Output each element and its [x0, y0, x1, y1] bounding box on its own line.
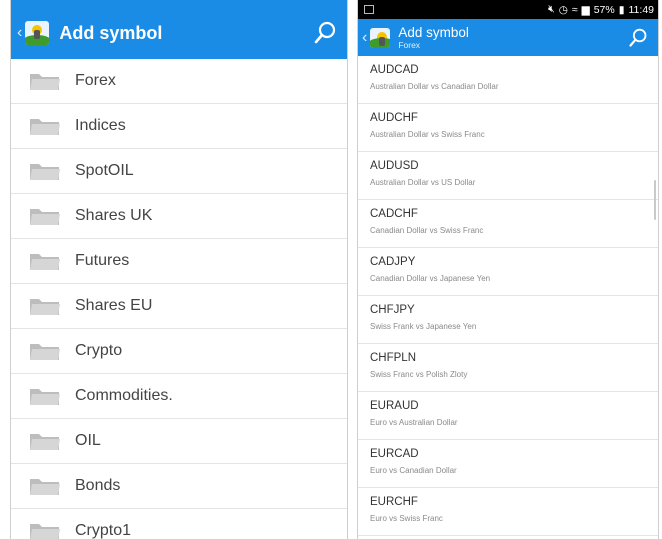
folder-item[interactable]: Indices [11, 104, 347, 149]
folder-label: Bonds [75, 477, 121, 494]
page-title: Add symbol [398, 24, 469, 40]
symbol-item[interactable]: EURCHF Euro vs Swiss Franc [358, 488, 658, 536]
search-icon[interactable] [313, 21, 337, 45]
symbol-code: EURCAD [370, 448, 419, 460]
page-subtitle: Forex [398, 39, 421, 50]
symbol-item[interactable]: EURCAD Euro vs Canadian Dollar [358, 440, 658, 488]
search-icon[interactable] [628, 28, 648, 48]
folder-label: Shares UK [75, 207, 153, 224]
app-bar: ‹ Add symbol [11, 7, 347, 59]
symbol-code: EURCHF [370, 496, 418, 508]
symbol-item[interactable]: AUDCHF Australian Dollar vs Swiss Franc [358, 104, 658, 152]
folder-list: Forex Indices SpotOIL Shares UK Futures Share… [11, 59, 347, 539]
app-bar: ‹ Add symbol Forex [358, 19, 658, 56]
mute-icon: 🔇︎ [548, 3, 555, 15]
symbol-description: Euro vs Swiss Franc [370, 514, 443, 523]
right-screen: 🔇︎ ◷ ≈ ▆ 57% ▮ 11:49 ‹ Add symbol Forex … [357, 0, 659, 539]
folder-label: Forex [75, 72, 116, 89]
symbol-description: Australian Dollar vs Swiss Franc [370, 130, 485, 139]
symbol-item[interactable]: AUDCAD Australian Dollar vs Canadian Doll… [358, 56, 658, 104]
symbol-item[interactable]: CHFPLN Swiss Franc vs Polish Zloty [358, 344, 658, 392]
folder-item[interactable]: Futures [11, 239, 347, 284]
page-title: Add symbol [59, 22, 163, 43]
battery-percent: 57% [593, 3, 615, 16]
folder-icon [30, 479, 60, 495]
folder-icon [30, 254, 60, 270]
folder-icon [30, 344, 60, 360]
symbol-description: Canadian Dollar vs Swiss Franc [370, 226, 484, 235]
symbol-item[interactable]: CADCHF Canadian Dollar vs Swiss Franc [358, 200, 658, 248]
alarm-icon: ◷ [558, 3, 568, 16]
wifi-icon: ≈ [571, 3, 578, 16]
symbol-item[interactable]: AUDUSD Australian Dollar vs US Dollar [358, 152, 658, 200]
folder-label: Futures [75, 252, 130, 269]
app-logo-icon[interactable] [25, 21, 50, 45]
left-screen: ‹ Add symbol Forex Indices SpotOIL Shares U… [10, 0, 348, 539]
folder-label: SpotOIL [75, 162, 134, 179]
folder-label: Commodities. [75, 387, 173, 404]
folder-icon [30, 299, 60, 315]
symbol-code: AUDCHF [370, 112, 418, 124]
symbol-description: Euro vs Canadian Dollar [370, 466, 457, 475]
symbol-description: Canadian Dollar vs Japanese Yen [370, 274, 491, 283]
folder-icon [30, 524, 60, 539]
symbol-item[interactable]: CHFJPY Swiss Frank vs Japanese Yen [358, 296, 658, 344]
folder-item[interactable]: SpotOIL [11, 149, 347, 194]
folder-label: Indices [75, 117, 126, 134]
folder-label: Shares EU [75, 297, 153, 314]
folder-icon [30, 434, 60, 450]
symbol-code: AUDCAD [370, 64, 419, 76]
status-bar: 🔇︎ ◷ ≈ ▆ 57% ▮ 11:49 [358, 0, 658, 19]
folder-item[interactable]: Shares EU [11, 284, 347, 329]
folder-label: Crypto [75, 342, 123, 359]
status-bar-strip [11, 0, 347, 7]
symbol-list: AUDCAD Australian Dollar vs Canadian Doll… [358, 56, 658, 536]
chevron-left-icon[interactable]: ‹ [17, 24, 22, 42]
folder-icon [30, 74, 60, 90]
battery-icon: ▮ [618, 3, 625, 16]
app-logo-icon[interactable] [370, 27, 391, 48]
symbol-description: Australian Dollar vs US Dollar [370, 178, 476, 187]
folder-label: OIL [75, 432, 101, 449]
folder-item[interactable]: Crypto1 [11, 509, 347, 539]
symbol-code: CHFJPY [370, 304, 415, 316]
symbol-code: EURAUD [370, 400, 419, 412]
folder-icon [30, 164, 60, 180]
notification-icon [364, 5, 374, 14]
folder-icon [30, 389, 60, 405]
signal-icon: ▆ [581, 3, 590, 16]
symbol-description: Swiss Franc vs Polish Zloty [370, 370, 468, 379]
chevron-left-icon[interactable]: ‹ [362, 29, 367, 47]
symbol-description: Australian Dollar vs Canadian Dollar [370, 82, 499, 91]
symbol-code: CADJPY [370, 256, 416, 268]
folder-item[interactable]: Crypto [11, 329, 347, 374]
symbol-description: Euro vs Australian Dollar [370, 418, 458, 427]
symbol-item[interactable]: EURAUD Euro vs Australian Dollar [358, 392, 658, 440]
symbol-code: AUDUSD [370, 160, 419, 172]
folder-icon [30, 209, 60, 225]
folder-label: Crypto1 [75, 522, 132, 539]
folder-item[interactable]: Commodities. [11, 374, 347, 419]
symbol-code: CHFPLN [370, 352, 417, 364]
folder-icon [30, 119, 60, 135]
folder-item[interactable]: OIL [11, 419, 347, 464]
folder-item[interactable]: Shares UK [11, 194, 347, 239]
folder-item[interactable]: Bonds [11, 464, 347, 509]
symbol-code: CADCHF [370, 208, 418, 220]
scrollbar[interactable] [654, 180, 656, 220]
symbol-description: Swiss Frank vs Japanese Yen [370, 322, 477, 331]
folder-item[interactable]: Forex [11, 59, 347, 104]
symbol-item[interactable]: CADJPY Canadian Dollar vs Japanese Yen [358, 248, 658, 296]
clock: 11:49 [628, 3, 655, 16]
